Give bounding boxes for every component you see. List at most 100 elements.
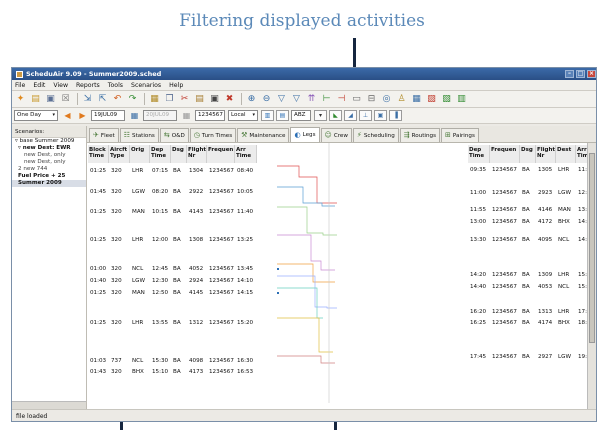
minimize-button[interactable]: – [565, 70, 574, 78]
arrival-row[interactable]: 01:25 320 LHR 07:15 BA 1304 1234567 08:40 [88, 166, 257, 175]
arrival-row[interactable]: 01:25 320 LHR 13:55 BA 1312 1234567 15:20 [88, 318, 257, 327]
arrival-row[interactable]: 01:45 320 LGW 08:20 BA 2922 1234567 10:05 [88, 187, 257, 196]
scenario-item[interactable]: new Dest, only [12, 152, 86, 159]
next-day-icon[interactable]: ▶ [76, 109, 89, 122]
close-button[interactable]: × [587, 70, 596, 78]
show-connections-icon[interactable]: ▣ [374, 110, 387, 121]
import-icon[interactable]: ⇲ [81, 93, 94, 106]
cut-icon[interactable]: ✂ [178, 93, 191, 106]
column-header[interactable]: Orig [130, 145, 150, 163]
show-departures-icon[interactable]: ◢ [344, 110, 357, 121]
tab-routings[interactable]: ⇶ Routings [399, 128, 441, 142]
column-header[interactable]: Dsg [171, 145, 187, 163]
scenario-item[interactable]: ▿ new Dest: EWR [12, 145, 86, 152]
tree-toggle-icon[interactable]: ▿ [18, 145, 21, 151]
document-icon[interactable]: ▧ [440, 93, 453, 106]
tab-fleet[interactable]: ✈ Fleet [89, 128, 119, 142]
undo-icon[interactable]: ↶ [111, 93, 124, 106]
departure-row[interactable]: 11:001234567BA2923LGW12:3532001:35 [468, 188, 587, 197]
column-header[interactable]: Block Time [88, 145, 109, 163]
column-header[interactable]: Frequen [207, 145, 235, 163]
menu-scenarios[interactable]: Scenarios [131, 82, 161, 89]
station-filter-field[interactable]: ABZ [291, 110, 311, 121]
column-header[interactable]: Arr Time [576, 145, 587, 163]
period-select[interactable]: One Day ▾ [14, 110, 58, 121]
link-icon[interactable]: ⊟ [365, 93, 378, 106]
scenario-item[interactable]: 2 new 744 [12, 166, 86, 173]
arrival-row[interactable]: 01:00 320 NCL 12:45 BA 4052 1234567 13:45 [88, 264, 257, 273]
tab-maintenance[interactable]: ⚒ Maintenance [237, 128, 290, 142]
departure-row[interactable]: 16:201234567BA1313LHR17:5032001:30 [468, 307, 587, 316]
paste-icon[interactable]: ▤ [193, 93, 206, 106]
date-from-field[interactable]: 19JUL09 [91, 110, 125, 121]
zoom-in-icon[interactable]: ⊕ [245, 93, 258, 106]
arrival-row[interactable]: 01:40 320 LGW 12:30 BA 2924 1234567 14:10 [88, 276, 257, 285]
arrival-row[interactable]: 01:25 320 MAN 10:15 BA 4143 1234567 11:40 [88, 207, 257, 216]
show-legs-icon[interactable]: ▐ [389, 110, 402, 121]
tab-pairings[interactable]: ⊞ Pairings [441, 128, 479, 142]
view-split-icon[interactable]: ▤ [276, 110, 289, 121]
scenario-item[interactable]: new Dest, only [12, 159, 86, 166]
tab-scheduling[interactable]: ⚡ Scheduling [352, 128, 399, 142]
scenario-item[interactable]: Fuel Price + 25 [12, 173, 86, 180]
tree-icon[interactable]: ⊣ [335, 93, 348, 106]
scenario-item[interactable]: ▿ base Summer 2009 [12, 138, 86, 145]
flight-frequency-filter[interactable]: 1234567 [195, 110, 225, 121]
table-icon[interactable]: ▦ [410, 93, 423, 106]
scenario-item-selected[interactable]: Summer 2009 [12, 180, 86, 187]
calendar-icon[interactable]: ▦ [180, 109, 193, 122]
menu-reports[interactable]: Reports [76, 82, 100, 89]
redo-icon[interactable]: ↷ [126, 93, 139, 106]
column-header[interactable]: Dest [556, 145, 576, 163]
departure-row[interactable]: 16:251234567BA4174BHX18:0532001:40 [468, 318, 587, 327]
departure-row[interactable]: 14:201234567BA1309LHR15:4532001:25 [468, 270, 587, 279]
tab-stations[interactable]: ☷ Stations [119, 128, 159, 142]
tab-crew[interactable]: ☺ Crew [320, 128, 352, 142]
filter-icon[interactable]: ▽ [275, 93, 288, 106]
departure-row[interactable]: 09:351234567BA1305LHR11:0532001:30 [468, 165, 587, 174]
chart-down-icon[interactable]: ⊢ [320, 93, 333, 106]
users-icon[interactable]: ♙ [395, 93, 408, 106]
tree-toggle-icon[interactable]: ▿ [15, 138, 18, 144]
column-header[interactable]: Dep Time [150, 145, 171, 163]
menu-view[interactable]: View [53, 82, 68, 89]
wrench-icon[interactable]: ✖ [223, 93, 236, 106]
tab-turn-times[interactable]: ◷ Turn Times [189, 128, 237, 142]
scrollbar-thumb[interactable] [589, 153, 595, 343]
arrival-row[interactable]: 01:03 737 NCL 15:30 BA 4098 1234567 16:30 [88, 356, 257, 365]
arrival-row[interactable]: 01:25 320 MAN 12:50 BA 4145 1234567 14:15 [88, 288, 257, 297]
departure-row[interactable]: 14:401234567BA4053NCL15:4032001:00 [468, 282, 587, 291]
show-arrivals-icon[interactable]: ◣ [329, 110, 342, 121]
column-header[interactable]: Aircft Type [109, 145, 130, 163]
station-dropdown-icon[interactable]: ▾ [314, 110, 327, 121]
column-header[interactable]: Frequen [490, 145, 520, 163]
show-ground-icon[interactable]: ⊥ [359, 110, 372, 121]
column-header[interactable]: Dsg [520, 145, 536, 163]
column-header[interactable]: Dep Time [468, 145, 490, 163]
previous-day-icon[interactable]: ◀ [61, 109, 74, 122]
calendar-icon[interactable]: ▦ [128, 109, 141, 122]
new-icon[interactable]: ✦ [14, 93, 27, 106]
chart-up-icon[interactable]: ⇈ [305, 93, 318, 106]
export-icon[interactable]: ⇱ [96, 93, 109, 106]
column-header[interactable]: Flight Nr [187, 145, 207, 163]
menu-file[interactable]: File [15, 82, 25, 89]
filter-clear-icon[interactable]: ▽ [290, 93, 303, 106]
report-icon[interactable]: ▨ [425, 93, 438, 106]
menu-tools[interactable]: Tools [108, 82, 123, 89]
open-icon[interactable]: ▤ [29, 93, 42, 106]
view-list-icon[interactable]: ▥ [261, 110, 274, 121]
vertical-scrollbar[interactable] [587, 143, 596, 409]
compare-icon[interactable]: ▭ [350, 93, 363, 106]
departure-row[interactable]: 11:551234567BA4146MAN13:2032001:25 [468, 205, 587, 214]
globe-icon[interactable]: ◎ [380, 93, 393, 106]
stats-icon[interactable]: ▥ [455, 93, 468, 106]
grid-icon[interactable]: ▦ [148, 93, 161, 106]
tab-legs[interactable]: ◐ Legs [290, 127, 320, 142]
time-mode-select[interactable]: Local ▾ [228, 110, 258, 121]
maximize-button[interactable]: □ [576, 70, 585, 78]
tab-o-d[interactable]: ⇆ O&D [159, 128, 189, 142]
arrival-row[interactable]: 01:43 320 BHX 15:10 BA 4173 1234567 16:53 [88, 367, 257, 376]
copy-icon[interactable]: ❐ [163, 93, 176, 106]
save-icon[interactable]: ▣ [44, 93, 57, 106]
